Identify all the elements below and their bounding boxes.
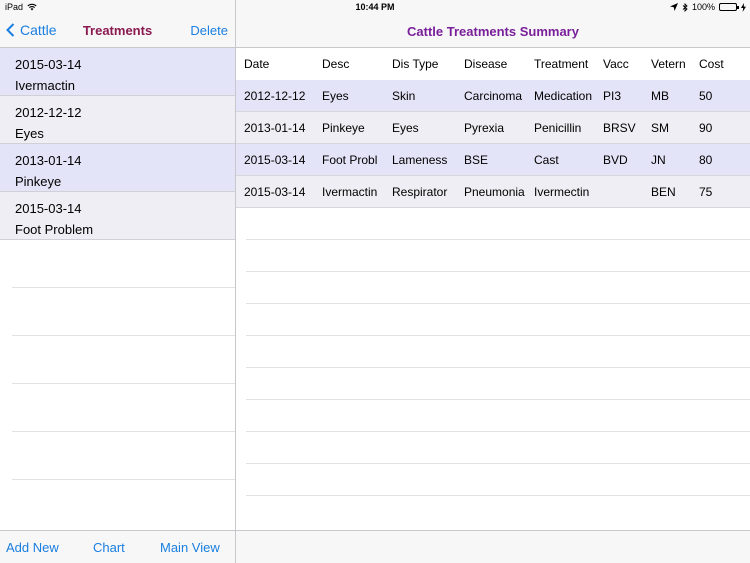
table-cell: Medication — [534, 89, 593, 103]
chart-button[interactable]: Chart — [93, 540, 125, 555]
detail-title: Cattle Treatments Summary — [407, 24, 579, 39]
empty-table-row — [246, 432, 750, 464]
empty-table-row — [246, 464, 750, 496]
master-toolbar: Add New Chart Main View — [0, 530, 235, 563]
empty-list-row — [12, 432, 235, 480]
table-cell: MB — [651, 89, 669, 103]
table-cell: Pinkeye — [322, 121, 365, 135]
list-item[interactable]: 2013-01-14 Pinkeye — [0, 144, 235, 192]
list-item[interactable]: 2015-03-14 Ivermactin — [0, 48, 235, 96]
empty-table-row — [246, 272, 750, 304]
battery-percent: 100% — [691, 2, 715, 12]
table-cell: Foot Probl — [322, 153, 378, 167]
battery-icon — [719, 3, 739, 11]
empty-table-row — [246, 240, 750, 272]
table-cell: Cast — [534, 153, 559, 167]
column-header-cost: Cost — [699, 57, 724, 71]
table-cell: 90 — [699, 121, 713, 135]
empty-table-row — [246, 336, 750, 368]
treatment-list: 2015-03-14 Ivermactin 2012-12-12 Eyes 20… — [0, 48, 235, 530]
empty-list-row — [12, 384, 235, 432]
table-cell: 2015-03-14 — [244, 185, 306, 199]
list-item-name: Eyes — [15, 126, 44, 141]
table-cell: Pneumonia — [464, 185, 525, 199]
status-right: 100% — [669, 2, 746, 12]
master-nav-bar: Cattle Treatments Delete — [0, 14, 235, 48]
list-item[interactable]: 2015-03-14 Foot Problem — [0, 192, 235, 240]
column-header-dis-type: Dis Type — [392, 57, 439, 71]
add-new-button[interactable]: Add New — [6, 540, 59, 555]
status-bar: iPad 10:44 PM 100% — [0, 0, 750, 14]
list-item[interactable]: 2012-12-12 Eyes — [0, 96, 235, 144]
table-cell: Eyes — [392, 121, 419, 135]
main-view-button[interactable]: Main View — [160, 540, 220, 555]
table-cell: 2012-12-12 — [244, 89, 306, 103]
table-cell: 2015-03-14 — [244, 153, 306, 167]
delete-button[interactable]: Delete — [190, 23, 228, 38]
table-cell: BRSV — [603, 121, 636, 135]
detail-toolbar — [236, 530, 750, 563]
empty-list-row — [12, 336, 235, 384]
bluetooth-icon — [682, 2, 688, 12]
table-cell: PI3 — [603, 89, 622, 103]
table-cell: 50 — [699, 89, 713, 103]
table-cell: BSE — [464, 153, 489, 167]
table-cell: Respirator — [392, 185, 448, 199]
status-time: 10:44 PM — [355, 2, 395, 12]
list-item-name: Pinkeye — [15, 174, 62, 189]
column-header-vetern: Vetern — [651, 57, 686, 71]
detail-pane: Cattle Treatments Summary Date Desc Dis … — [236, 14, 750, 563]
empty-table-row — [246, 208, 750, 240]
table-cell: BVD — [603, 153, 628, 167]
column-header-desc: Desc — [322, 57, 350, 71]
table-cell: SM — [651, 121, 669, 135]
list-item-date: 2013-01-14 — [15, 153, 82, 168]
list-item-date: 2015-03-14 — [15, 57, 82, 72]
table-row[interactable]: 2015-03-14 Ivermactin Respirator Pneumon… — [236, 176, 750, 208]
empty-list-row — [12, 240, 235, 288]
table-cell: Penicillin — [534, 121, 582, 135]
table-cell: Ivermectin — [534, 185, 590, 199]
table-cell: Carcinoma — [464, 89, 523, 103]
empty-table-row — [246, 304, 750, 336]
table-row[interactable]: 2013-01-14 Pinkeye Eyes Pyrexia Penicill… — [236, 112, 750, 144]
table-cell: 2013-01-14 — [244, 121, 306, 135]
table-cell: BEN — [651, 185, 676, 199]
master-pane: Cattle Treatments Delete 2015-03-14 Iver… — [0, 14, 235, 563]
table-cell: Ivermactin — [322, 185, 378, 199]
column-header-date: Date — [244, 57, 270, 71]
column-header-vacc: Vacc — [603, 57, 629, 71]
empty-table-row — [246, 368, 750, 400]
table-cell: 80 — [699, 153, 713, 167]
charging-bolt-icon — [741, 2, 746, 12]
table-cell: Pyrexia — [464, 121, 505, 135]
location-arrow-icon — [669, 3, 678, 11]
table-cell: Skin — [392, 89, 416, 103]
table-cell: 75 — [699, 185, 713, 199]
column-header-disease: Disease — [464, 57, 508, 71]
empty-table-row — [246, 400, 750, 432]
table-header-row: Date Desc Dis Type Disease Treatment Vac… — [236, 48, 750, 80]
list-item-date: 2012-12-12 — [15, 105, 82, 120]
table-row[interactable]: 2012-12-12 Eyes Skin Carcinoma Medicatio… — [236, 80, 750, 112]
detail-nav-bar: Cattle Treatments Summary — [236, 14, 750, 48]
column-header-treatment: Treatment — [534, 57, 589, 71]
table-cell: JN — [651, 153, 666, 167]
table-cell: Lameness — [392, 153, 448, 167]
table-cell: Eyes — [322, 89, 349, 103]
summary-table: Date Desc Dis Type Disease Treatment Vac… — [236, 48, 750, 496]
list-item-date: 2015-03-14 — [15, 201, 82, 216]
empty-list-row — [12, 288, 235, 336]
table-row[interactable]: 2015-03-14 Foot Probl Lameness BSE Cast … — [236, 144, 750, 176]
list-item-name: Ivermactin — [15, 78, 75, 93]
list-item-name: Foot Problem — [15, 222, 94, 237]
